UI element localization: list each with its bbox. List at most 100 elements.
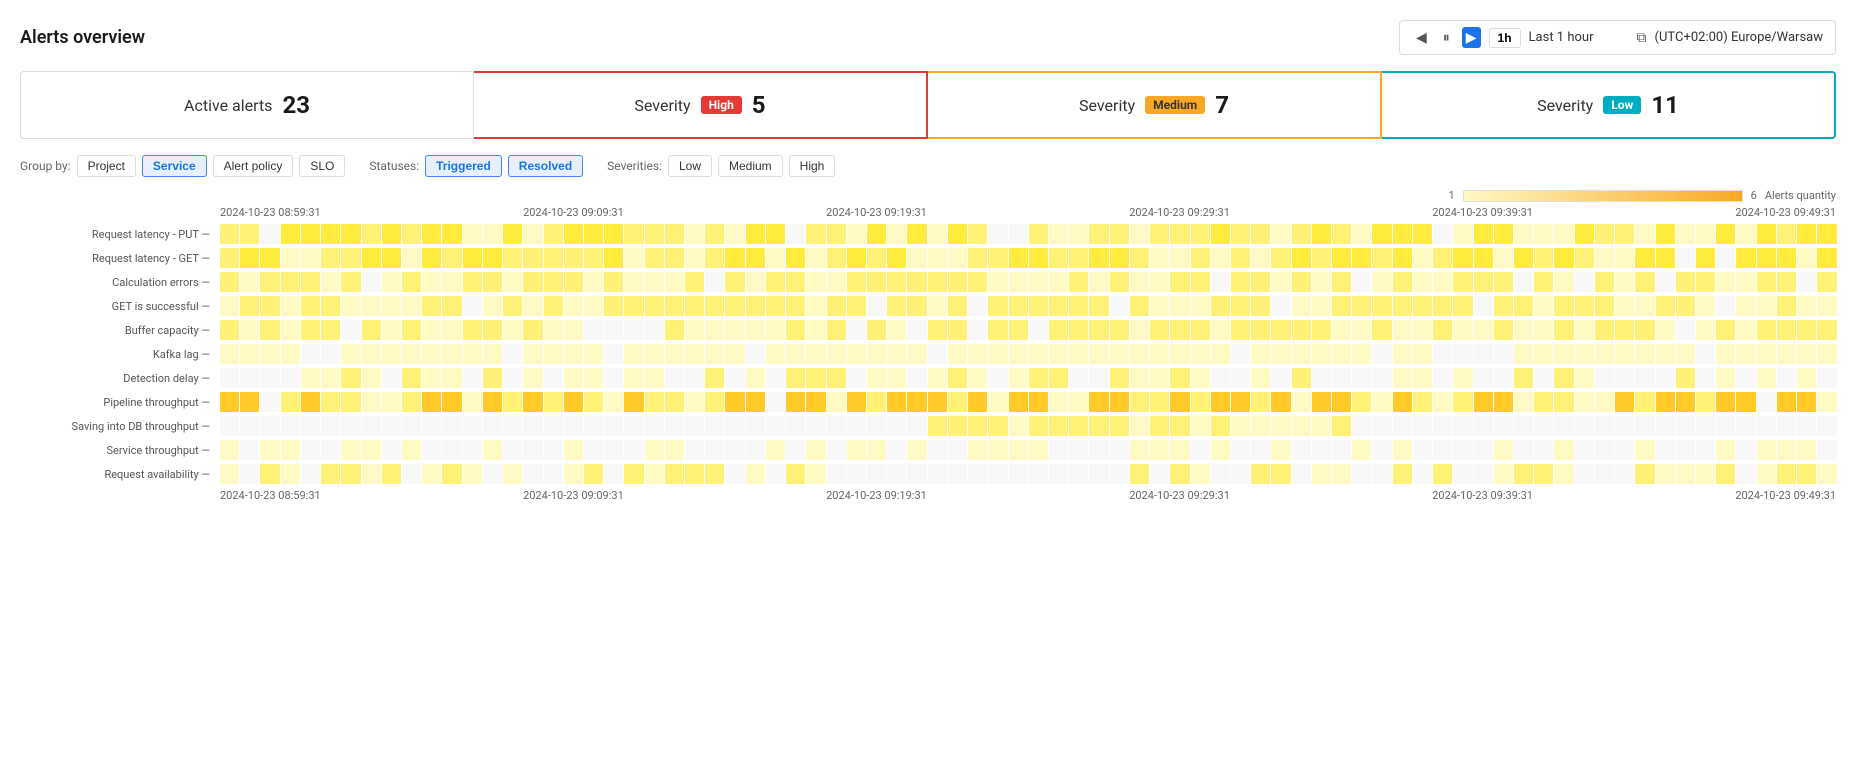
heatmap-cell[interactable] [1595,344,1614,364]
heatmap-cell[interactable] [685,392,704,412]
heatmap-cell[interactable] [463,272,482,292]
heatmap-cell[interactable] [1312,224,1331,244]
heatmap-cell[interactable] [1251,248,1270,268]
heatmap-cell[interactable] [806,248,825,268]
heatmap-cell[interactable] [1069,368,1088,388]
heatmap-cell[interactable] [1757,344,1776,364]
heatmap-cell[interactable] [1170,224,1189,244]
heatmap-cell[interactable] [483,368,502,388]
heatmap-cell[interactable] [665,416,684,436]
heatmap-cell[interactable] [928,464,947,484]
heatmap-cell[interactable] [362,224,381,244]
heatmap-cell[interactable] [1231,344,1250,364]
heatmap-cell[interactable] [725,416,744,436]
heatmap-cell[interactable] [1312,296,1331,316]
heatmap-cell[interactable] [442,440,461,460]
heatmap-cell[interactable] [665,344,684,364]
heatmap-cell[interactable] [1029,416,1048,436]
heatmap-cell[interactable] [321,368,340,388]
heatmap-cell[interactable] [1372,272,1391,292]
heatmap-cell[interactable] [604,416,623,436]
heatmap-cell[interactable] [907,272,926,292]
heatmap-cell[interactable] [1554,224,1573,244]
heatmap-cell[interactable] [1150,248,1169,268]
heatmap-cell[interactable] [645,368,664,388]
heatmap-cell[interactable] [867,272,886,292]
heatmap-cell[interactable] [1393,248,1412,268]
heatmap-cell[interactable] [645,320,664,340]
heatmap-cell[interactable] [1251,392,1270,412]
heatmap-cell[interactable] [422,248,441,268]
heatmap-cell[interactable] [928,296,947,316]
group-by-service[interactable]: Service [142,155,207,177]
heatmap-cell[interactable] [1736,440,1755,460]
heatmap-cell[interactable] [786,440,805,460]
heatmap-cell[interactable] [1575,296,1594,316]
heatmap-cell[interactable] [1716,440,1735,460]
heatmap-cell[interactable] [584,368,603,388]
heatmap-cell[interactable] [281,248,300,268]
heatmap-cell[interactable] [1656,272,1675,292]
heatmap-cell[interactable] [887,320,906,340]
heatmap-cell[interactable] [523,416,542,436]
heatmap-cell[interactable] [1534,368,1553,388]
heatmap-cell[interactable] [1069,344,1088,364]
heatmap-cell[interactable] [1595,440,1614,460]
heatmap-cell[interactable] [1656,464,1675,484]
heatmap-cell[interactable] [442,320,461,340]
heatmap-cell[interactable] [1009,440,1028,460]
heatmap-cell[interactable] [988,248,1007,268]
heatmap-cell[interactable] [705,248,724,268]
heatmap-cell[interactable] [1736,368,1755,388]
group-by-slo[interactable]: SLO [299,155,345,177]
heatmap-cell[interactable] [725,464,744,484]
heatmap-cell[interactable] [1130,224,1149,244]
heatmap-cell[interactable] [1352,272,1371,292]
heatmap-cell[interactable] [1615,392,1634,412]
heatmap-cell[interactable] [1676,344,1695,364]
heatmap-cell[interactable] [887,296,906,316]
heatmap-cell[interactable] [1554,416,1573,436]
heatmap-cell[interactable] [1009,464,1028,484]
heatmap-cell[interactable] [685,368,704,388]
heatmap-cell[interactable] [483,224,502,244]
heatmap-cell[interactable] [847,440,866,460]
heatmap-cell[interactable] [1312,392,1331,412]
heatmap-cell[interactable] [260,248,279,268]
heatmap-cell[interactable] [1413,416,1432,436]
heatmap-cell[interactable] [402,320,421,340]
heatmap-cell[interactable] [1089,416,1108,436]
heatmap-cell[interactable] [1554,248,1573,268]
group-by-project[interactable]: Project [77,155,136,177]
heatmap-cell[interactable] [402,296,421,316]
heatmap-cell[interactable] [281,296,300,316]
heatmap-cell[interactable] [1110,464,1129,484]
heatmap-cell[interactable] [564,368,583,388]
heatmap-cell[interactable] [1817,248,1836,268]
heatmap-cell[interactable] [1130,296,1149,316]
heatmap-cell[interactable] [1757,296,1776,316]
heatmap-cell[interactable] [422,344,441,364]
heatmap-cell[interactable] [685,320,704,340]
heatmap-cell[interactable] [1029,320,1048,340]
heatmap-cell[interactable] [907,296,926,316]
heatmap-cell[interactable] [645,248,664,268]
heatmap-cell[interactable] [1716,296,1735,316]
heatmap-cell[interactable] [301,416,320,436]
heatmap-cell[interactable] [867,440,886,460]
heatmap-cell[interactable] [1474,440,1493,460]
heatmap-cell[interactable] [1292,248,1311,268]
heatmap-cell[interactable] [1615,440,1634,460]
heatmap-cell[interactable] [281,440,300,460]
heatmap-cell[interactable] [1453,248,1472,268]
heatmap-cell[interactable] [746,296,765,316]
heatmap-cell[interactable] [1130,272,1149,292]
heatmap-cell[interactable] [806,440,825,460]
heatmap-cell[interactable] [341,392,360,412]
heatmap-cell[interactable] [1635,320,1654,340]
heatmap-cell[interactable] [1110,296,1129,316]
heatmap-cell[interactable] [1251,440,1270,460]
heatmap-cell[interactable] [1049,272,1068,292]
heatmap-cell[interactable] [544,392,563,412]
heatmap-cell[interactable] [1211,392,1230,412]
